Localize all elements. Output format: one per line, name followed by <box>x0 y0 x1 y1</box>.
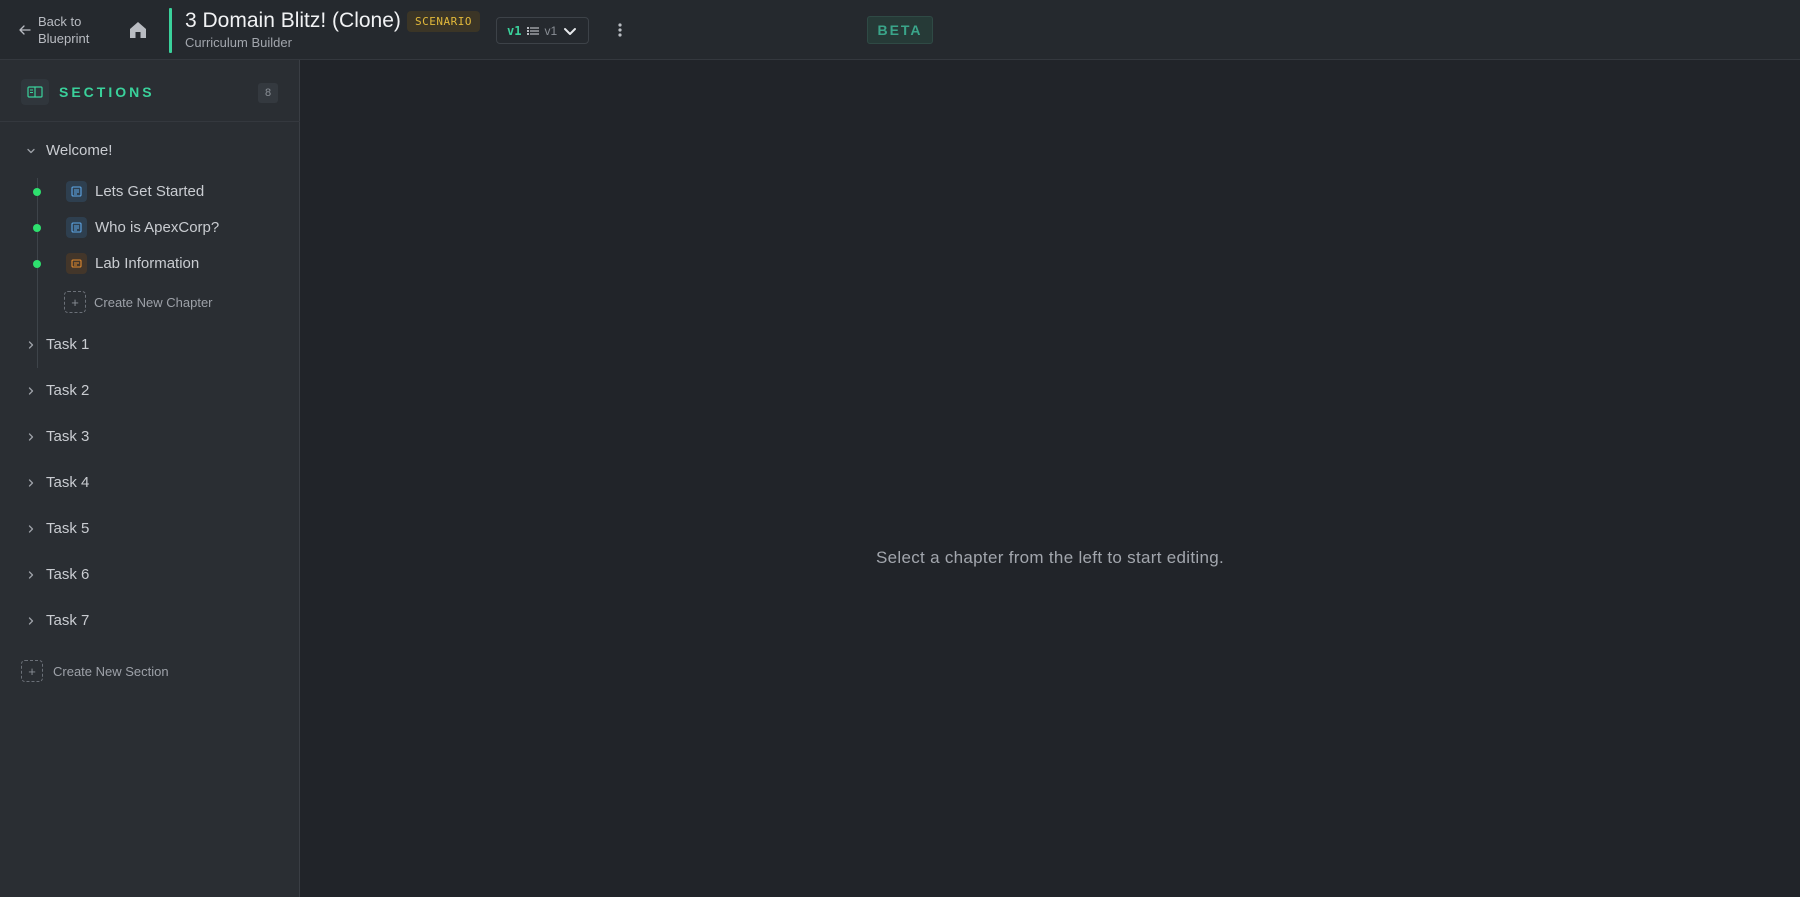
home-icon[interactable] <box>126 18 150 42</box>
plus-icon: + <box>21 660 43 682</box>
chevron-right-icon <box>28 387 34 395</box>
more-options-icon[interactable] <box>610 19 630 41</box>
beta-badge: BETA <box>867 16 933 44</box>
chapter-who-is-apexcorp[interactable]: Who is ApexCorp? <box>0 214 300 242</box>
document-icon <box>66 217 87 238</box>
chevron-right-icon <box>28 479 34 487</box>
chevron-down-icon <box>564 27 577 35</box>
version-current: v1 <box>507 23 522 38</box>
empty-state-message: Select a chapter from the left to start … <box>876 548 1224 567</box>
section-task-7[interactable]: Task 7 <box>0 606 300 636</box>
arrow-left-icon <box>19 25 31 35</box>
section-task-5[interactable]: Task 5 <box>0 514 300 544</box>
version-select[interactable]: v1 v1 <box>496 17 589 44</box>
editor-area: Select a chapter from the left to start … <box>300 60 1800 897</box>
section-task-2[interactable]: Task 2 <box>0 376 300 406</box>
section-label: Task 7 <box>46 612 90 629</box>
plus-icon: + <box>64 291 86 313</box>
chevron-right-icon <box>28 525 34 533</box>
top-bar: Back to Blueprint 3 Domain Blitz! (Clone… <box>0 0 1800 60</box>
section-label: Task 4 <box>46 474 90 491</box>
create-chapter-label: Create New Chapter <box>94 294 213 310</box>
chevron-down-icon <box>27 148 35 154</box>
sections-title: SECTIONS <box>59 84 155 100</box>
status-dot <box>33 224 41 232</box>
chapter-label: Who is ApexCorp? <box>95 219 220 236</box>
title-accent-bar <box>169 8 172 53</box>
section-label: Welcome! <box>46 142 113 159</box>
sections-sidebar: SECTIONS 8 Welcome! Lets Get Started Who… <box>0 60 300 897</box>
page-title: 3 Domain Blitz! (Clone) <box>185 9 401 32</box>
section-label: Task 6 <box>46 566 90 583</box>
chevron-right-icon <box>28 433 34 441</box>
section-label: Task 1 <box>46 336 90 353</box>
section-task-6[interactable]: Task 6 <box>0 560 300 590</box>
book-icon <box>21 79 49 105</box>
chevron-right-icon <box>28 571 34 579</box>
version-label: v1 <box>544 23 558 38</box>
chapter-label: Lab Information <box>95 255 200 272</box>
status-dot <box>33 188 41 196</box>
document-icon <box>66 181 87 202</box>
section-welcome[interactable]: Welcome! <box>0 136 300 166</box>
sidebar-header: SECTIONS 8 <box>0 60 300 122</box>
section-task-3[interactable]: Task 3 <box>0 422 300 452</box>
create-section-label: Create New Section <box>53 663 169 679</box>
section-task-1[interactable]: Task 1 <box>0 330 300 360</box>
chevron-right-icon <box>28 341 34 349</box>
back-to-blueprint-label: Back to Blueprint <box>38 14 90 46</box>
lab-icon <box>66 253 87 274</box>
create-new-section-button[interactable]: + Create New Section <box>21 659 169 683</box>
section-task-4[interactable]: Task 4 <box>0 468 300 498</box>
status-dot <box>33 260 41 268</box>
sections-count-badge: 8 <box>258 83 278 103</box>
chapter-lets-get-started[interactable]: Lets Get Started <box>0 178 300 206</box>
create-new-chapter-button[interactable]: + Create New Chapter <box>64 290 213 314</box>
back-to-blueprint-button[interactable]: Back to Blueprint <box>18 12 98 48</box>
chevron-right-icon <box>28 617 34 625</box>
section-label: Task 2 <box>46 382 90 399</box>
chapter-label: Lets Get Started <box>95 183 205 200</box>
scenario-badge: SCENARIO <box>407 11 480 32</box>
list-icon <box>527 26 540 35</box>
chapter-lab-information[interactable]: Lab Information <box>0 250 300 278</box>
section-label: Task 5 <box>46 520 90 537</box>
page-subtitle: Curriculum Builder <box>185 35 292 50</box>
section-label: Task 3 <box>46 428 90 445</box>
